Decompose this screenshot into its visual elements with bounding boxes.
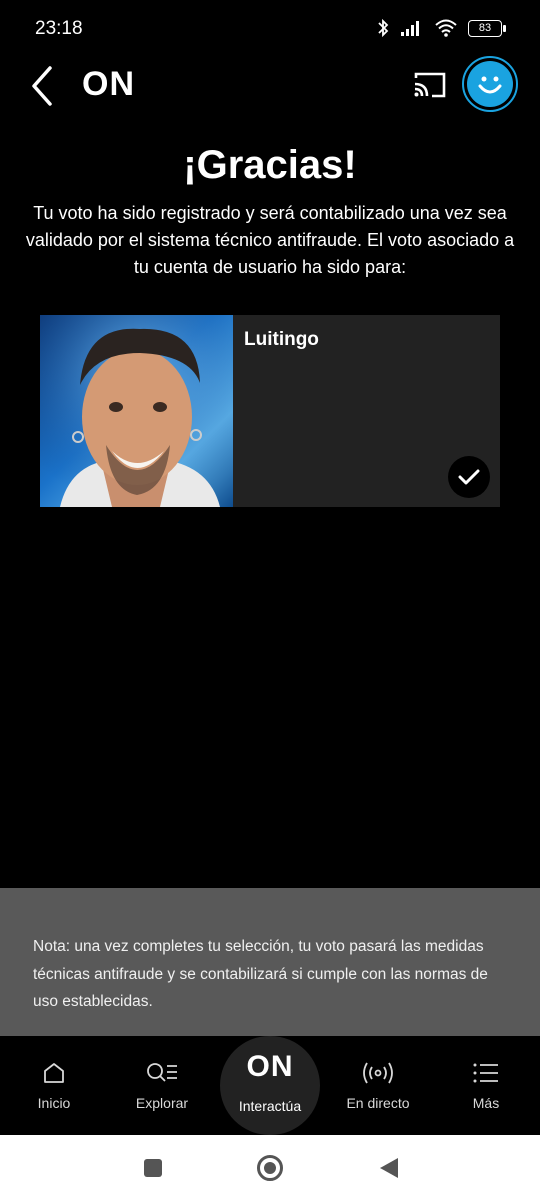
back-button[interactable] bbox=[26, 64, 60, 108]
bluetooth-icon bbox=[378, 18, 389, 38]
status-bar: 23:18 83 bbox=[0, 0, 540, 58]
battery-icon: 83 bbox=[468, 19, 506, 37]
on-power-logo: ON bbox=[246, 1050, 294, 1083]
recents-square-icon bbox=[144, 1159, 162, 1177]
nav-label-en-directo: En directo bbox=[346, 1095, 410, 1111]
app-title: ON bbox=[82, 65, 135, 103]
selected-check-icon bbox=[448, 456, 490, 498]
voted-contestant-card[interactable]: Luitingo bbox=[40, 315, 500, 507]
note-panel: Nota: una vez completes tu selección, tu… bbox=[0, 888, 540, 1036]
smiley-avatar-icon bbox=[467, 61, 513, 107]
nav-item-interactua[interactable]: ON Interactúa bbox=[220, 1036, 320, 1135]
nav-label-mas: Más bbox=[472, 1095, 500, 1111]
nav-label-explorar: Explorar bbox=[135, 1095, 189, 1111]
home-icon bbox=[44, 1063, 64, 1083]
menu-icon bbox=[473, 1063, 498, 1083]
nav-item-en-directo[interactable]: En directo bbox=[328, 1036, 428, 1135]
nav-item-inicio[interactable]: Inicio bbox=[4, 1036, 104, 1135]
nav-item-explorar[interactable]: Explorar bbox=[112, 1036, 212, 1135]
app-header: ON bbox=[0, 56, 540, 113]
cast-button[interactable] bbox=[412, 70, 448, 100]
wifi-icon bbox=[435, 19, 457, 37]
broadcast-icon bbox=[363, 1062, 393, 1084]
home-button[interactable] bbox=[256, 1154, 284, 1182]
bottom-nav: Inicio Explorar ON Interactúa En directo bbox=[0, 1036, 540, 1135]
thanks-title: ¡Gracias! bbox=[183, 143, 357, 187]
contestant-photo bbox=[40, 315, 233, 507]
nav-label-interactua: Interactúa bbox=[238, 1098, 302, 1114]
status-time: 23:18 bbox=[35, 18, 83, 39]
note-text: Nota: una vez completes tu selección, tu… bbox=[33, 938, 488, 1010]
battery-level: 83 bbox=[478, 22, 492, 34]
vote-confirmation-message: Tu voto ha sido registrado y será contab… bbox=[25, 203, 515, 277]
back-arrow-icon bbox=[32, 66, 52, 106]
search-list-icon bbox=[147, 1063, 177, 1082]
system-nav-bar bbox=[0, 1135, 540, 1200]
cast-icon bbox=[414, 72, 446, 98]
system-back-button[interactable] bbox=[376, 1155, 402, 1181]
nav-item-mas[interactable]: Más bbox=[436, 1036, 536, 1135]
back-triangle-icon bbox=[380, 1158, 398, 1178]
contestant-name: Luitingo bbox=[244, 329, 319, 350]
status-icons: 83 bbox=[376, 18, 506, 38]
profile-avatar-button[interactable] bbox=[462, 56, 518, 112]
recents-button[interactable] bbox=[140, 1155, 166, 1181]
home-circle-icon bbox=[257, 1155, 283, 1181]
nav-label-inicio: Inicio bbox=[37, 1095, 71, 1111]
signal-icon bbox=[401, 21, 419, 36]
